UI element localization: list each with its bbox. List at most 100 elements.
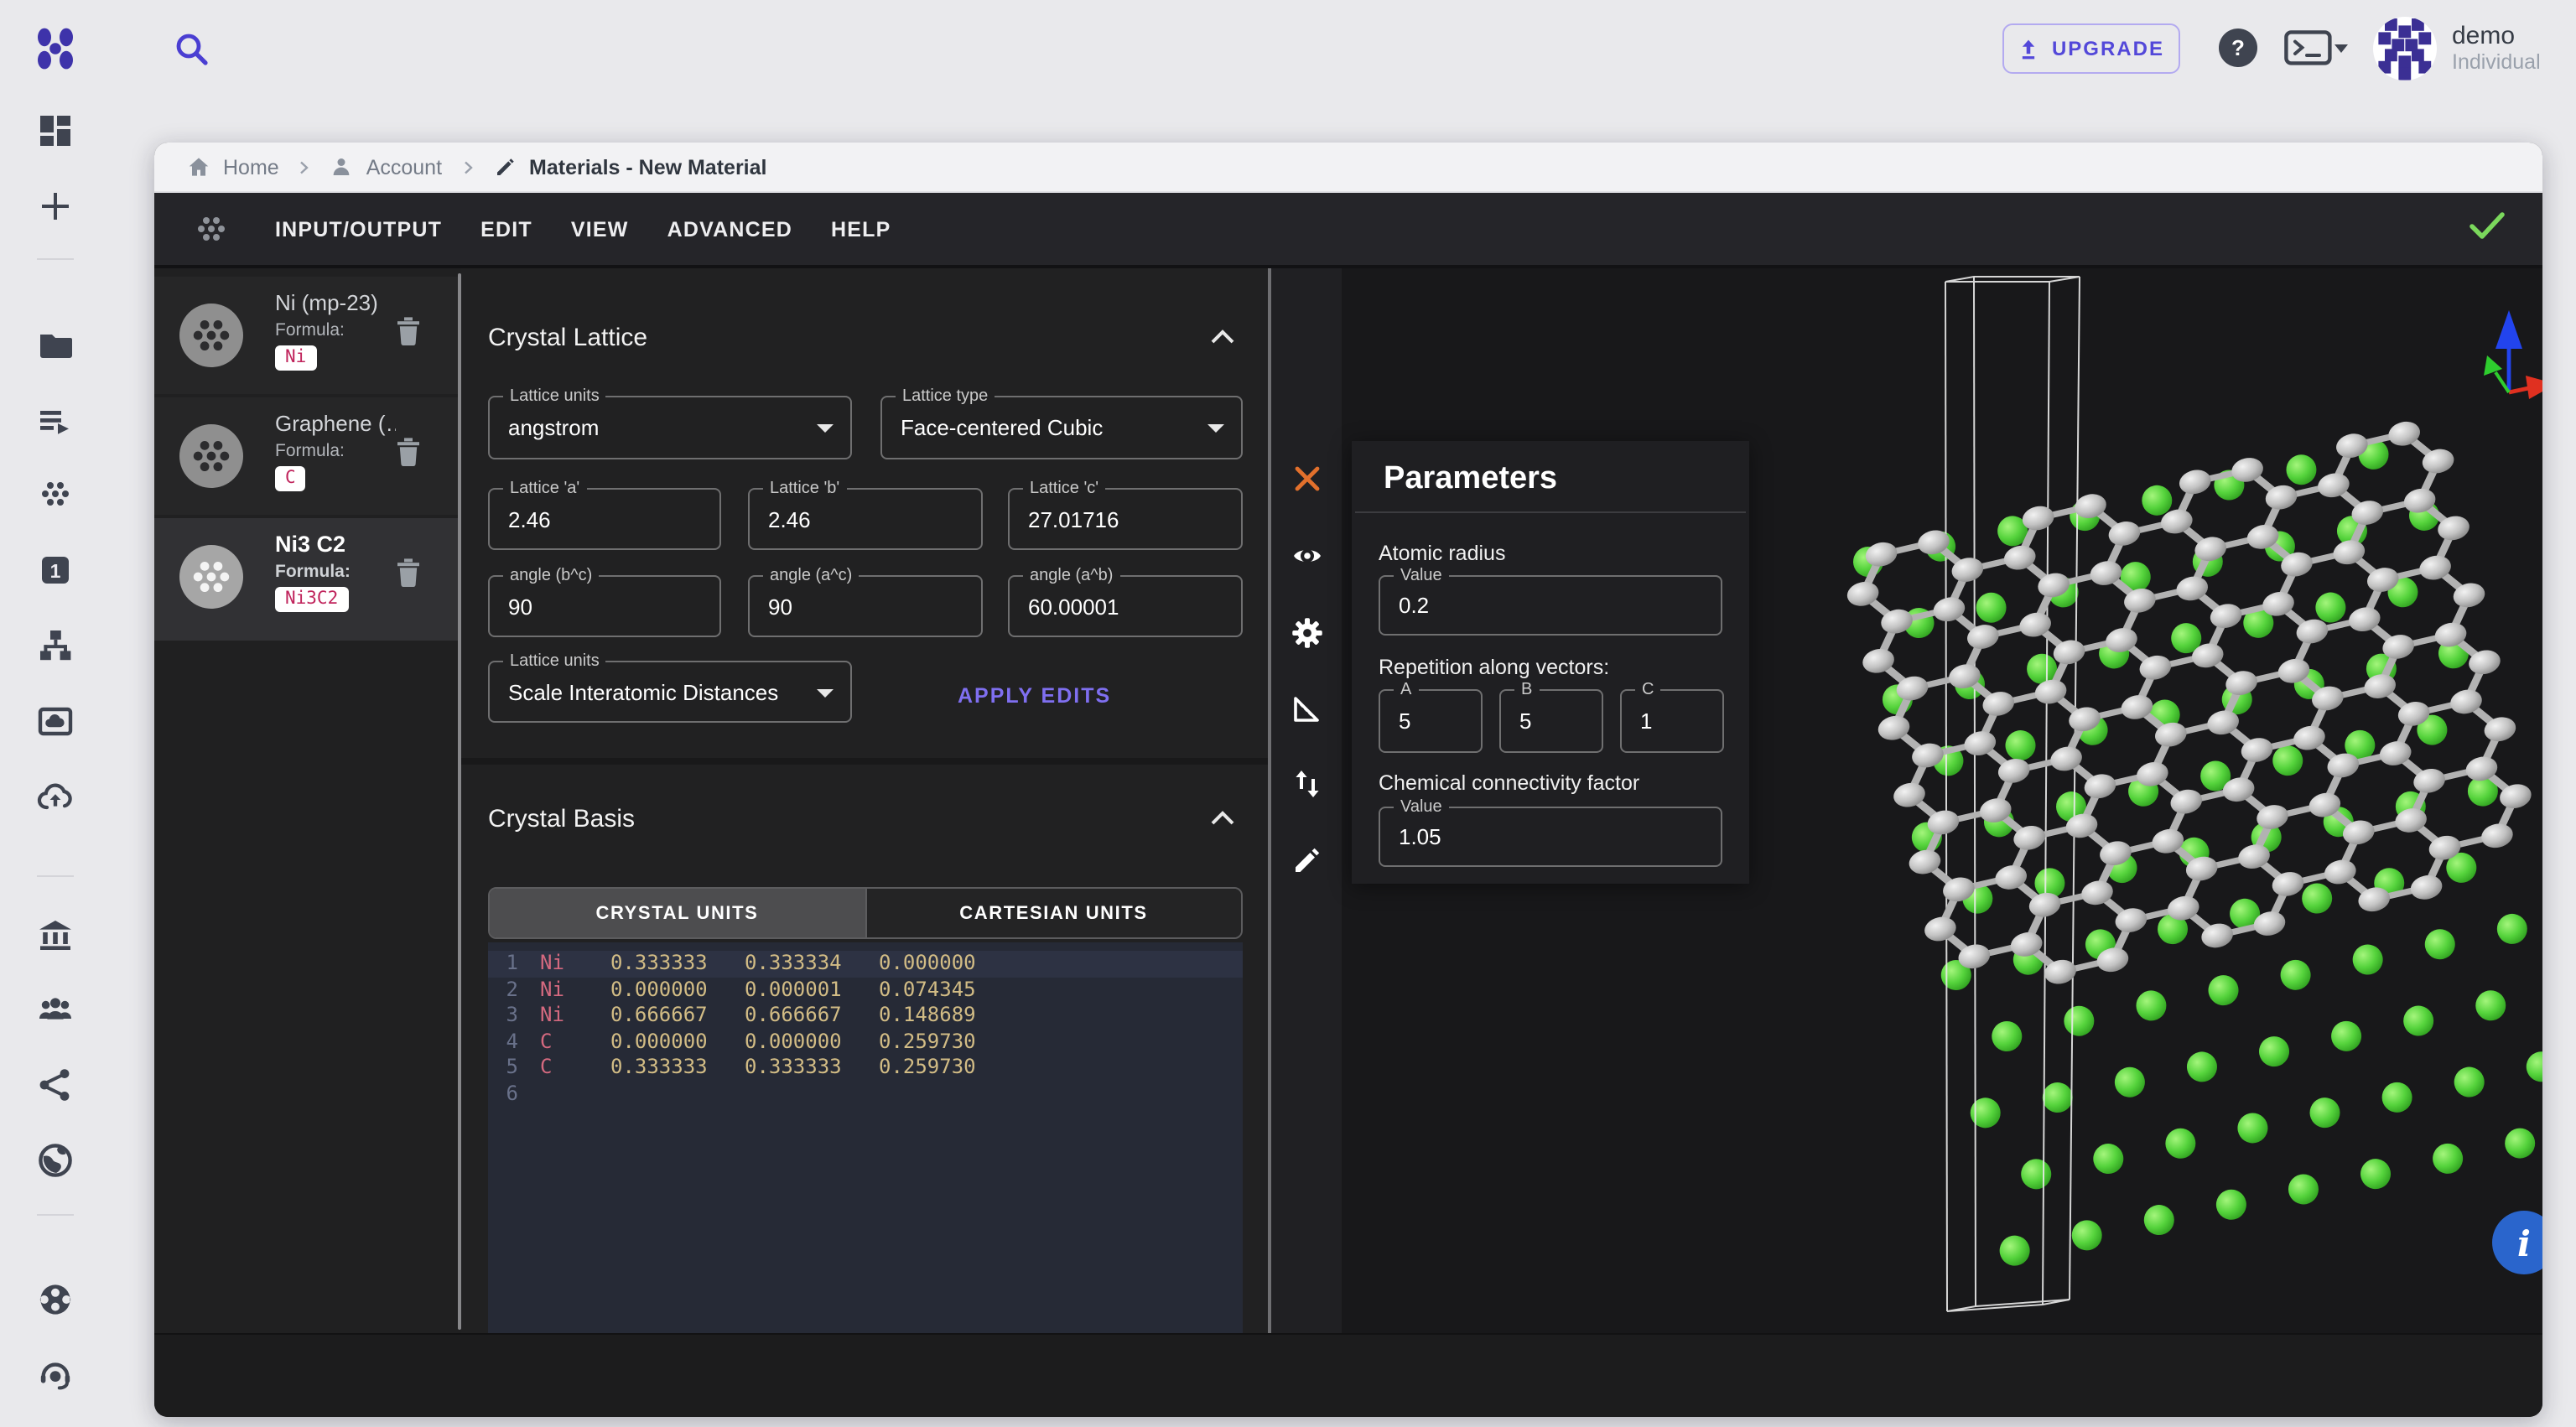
user-menu[interactable]: demo Individual xyxy=(2373,15,2541,82)
top-app-bar: UPGRADE ? xyxy=(0,0,2576,97)
import-export-icon[interactable] xyxy=(1291,768,1323,800)
connectivity-input[interactable]: Value 1.05 xyxy=(1379,807,1722,867)
field-label: Lattice units xyxy=(503,387,606,407)
angle-bc-input[interactable]: angle (b^c) 90 xyxy=(488,575,721,637)
chevron-right-icon xyxy=(457,157,477,177)
repetition-b-input[interactable]: B 5 xyxy=(1499,689,1603,753)
lattice-a-input[interactable]: Lattice 'a' 2.46 xyxy=(488,488,721,550)
upgrade-label: UPGRADE xyxy=(2052,37,2164,60)
angle-ab-input[interactable]: angle (a^b) 60.00001 xyxy=(1008,575,1243,637)
code-line: 2Ni0.0000000.0000010.074345 xyxy=(488,977,1243,1003)
editor-window: Home Account Materials - New Material IN… xyxy=(154,143,2542,1417)
edit-icon[interactable] xyxy=(1291,843,1323,875)
add-icon[interactable] xyxy=(35,186,75,226)
search-icon[interactable] xyxy=(173,30,210,67)
visibility-icon[interactable] xyxy=(1291,540,1323,572)
mat3ra-logo-icon xyxy=(34,27,77,70)
lattice-type-select[interactable]: Lattice type Face-centered Cubic xyxy=(880,396,1243,459)
upgrade-button[interactable]: UPGRADE xyxy=(2002,23,2180,74)
basis-units-tabs: CRYSTAL UNITS CARTESIAN UNITS xyxy=(488,887,1243,939)
help-button[interactable]: ? xyxy=(2219,29,2257,67)
sidebar-nav: 1 xyxy=(0,97,111,1427)
breadcrumb-account[interactable]: Account xyxy=(330,154,442,179)
molecule-icon[interactable] xyxy=(35,475,75,515)
collapse-chevron-icon[interactable] xyxy=(1209,329,1236,345)
folder-icon[interactable] xyxy=(35,325,75,366)
delete-icon[interactable] xyxy=(394,434,423,466)
molecule-icon xyxy=(191,209,231,249)
lattice-b-input[interactable]: Lattice 'b' 2.46 xyxy=(748,488,983,550)
people-icon[interactable] xyxy=(35,989,75,1030)
menu-input-output[interactable]: INPUT/OUTPUT xyxy=(275,217,442,241)
breadcrumb-home-label: Home xyxy=(223,155,279,179)
formula-chip: C xyxy=(275,466,306,491)
menu-help[interactable]: HELP xyxy=(831,217,891,241)
materials-scrollbar[interactable] xyxy=(457,273,460,1330)
repetition-a-input[interactable]: A 5 xyxy=(1379,689,1483,753)
axes-gizmo xyxy=(2484,310,2542,399)
bank-icon[interactable] xyxy=(35,916,75,956)
close-icon[interactable] xyxy=(1291,463,1323,495)
sidebar-divider xyxy=(37,258,74,260)
field-label: C xyxy=(1635,680,1660,700)
atomic-radius-input[interactable]: Value 0.2 xyxy=(1379,575,1722,636)
materials-list: Ni (mp-23) Formula: Ni Graphene (… Formu… xyxy=(154,268,461,1333)
badge-1-icon[interactable]: 1 xyxy=(35,550,75,590)
hierarchy-icon[interactable] xyxy=(35,625,75,666)
connectivity-label: Chemical connectivity factor xyxy=(1379,771,1639,795)
menu-view[interactable]: VIEW xyxy=(571,217,629,241)
menu-advanced[interactable]: ADVANCED xyxy=(667,217,792,241)
material-item-ni[interactable]: Ni (mp-23) Formula: Ni xyxy=(154,277,458,394)
settings-icon[interactable] xyxy=(1291,617,1323,649)
share-icon[interactable] xyxy=(35,1065,75,1105)
measure-icon[interactable] xyxy=(1291,693,1323,724)
material-avatar xyxy=(179,424,243,488)
breadcrumb-home[interactable]: Home xyxy=(186,154,279,179)
lattice-units-select[interactable]: Lattice units angstrom xyxy=(488,396,852,459)
home-icon xyxy=(186,154,211,179)
basis-code-editor[interactable]: 1Ni0.3333330.3333340.000000 2Ni0.0000000… xyxy=(488,942,1243,1333)
terminal-menu-button[interactable] xyxy=(2284,30,2348,67)
person-icon xyxy=(330,154,355,179)
parameters-panel: Parameters Atomic radius Value 0.2 Repet… xyxy=(1352,441,1749,884)
form-scrollbar[interactable] xyxy=(1267,268,1270,1333)
apply-edits-button[interactable]: APPLY EDITS xyxy=(958,684,1111,708)
menu-edit[interactable]: EDIT xyxy=(480,217,532,241)
field-value: 27.01716 xyxy=(1028,506,1119,532)
tab-cartesian-units[interactable]: CARTESIAN UNITS xyxy=(865,889,1241,937)
field-value: Face-centered Cubic xyxy=(901,415,1103,440)
helm-icon[interactable] xyxy=(35,1279,75,1320)
scale-units-select[interactable]: Lattice units Scale Interatomic Distance… xyxy=(488,661,852,723)
field-value: 90 xyxy=(768,594,792,619)
collapse-chevron-icon[interactable] xyxy=(1209,810,1236,827)
field-label: Value xyxy=(1394,566,1449,586)
playlist-play-icon[interactable] xyxy=(35,402,75,443)
globe-icon[interactable] xyxy=(35,1140,75,1181)
chevron-down-icon xyxy=(1208,424,1224,433)
formula-chip: Ni3C2 xyxy=(275,587,348,612)
delete-icon[interactable] xyxy=(394,555,423,587)
support-icon[interactable] xyxy=(35,1355,75,1395)
save-check-icon[interactable] xyxy=(2465,205,2509,245)
field-value: 5 xyxy=(1399,708,1410,734)
dashboard-icon[interactable] xyxy=(35,111,75,151)
material-avatar xyxy=(179,304,243,367)
field-label: A xyxy=(1394,680,1418,700)
section-divider xyxy=(461,758,1271,765)
lattice-c-input[interactable]: Lattice 'c' 27.01716 xyxy=(1008,488,1243,550)
angle-ac-input[interactable]: angle (a^c) 90 xyxy=(748,575,983,637)
upload-icon xyxy=(2018,36,2040,61)
field-value: 1.05 xyxy=(1399,824,1441,849)
material-name: Ni (mp-23) xyxy=(275,290,378,315)
field-value: angstrom xyxy=(508,415,599,440)
field-label: Value xyxy=(1394,797,1449,817)
material-item-graphene[interactable]: Graphene (… Formula: C xyxy=(154,397,458,515)
code-line: 6 xyxy=(488,1081,1243,1107)
delete-icon[interactable] xyxy=(394,314,423,345)
tab-crystal-units[interactable]: CRYSTAL UNITS xyxy=(490,889,865,937)
material-item-ni3c2[interactable]: Ni3 C2 Formula: Ni3C2 xyxy=(154,518,458,641)
breadcrumb-current: Materials - New Material xyxy=(492,154,766,179)
cloud-upload-icon[interactable] xyxy=(35,778,75,818)
media-cloud-icon[interactable] xyxy=(35,701,75,741)
repetition-c-input[interactable]: C 1 xyxy=(1620,689,1724,753)
